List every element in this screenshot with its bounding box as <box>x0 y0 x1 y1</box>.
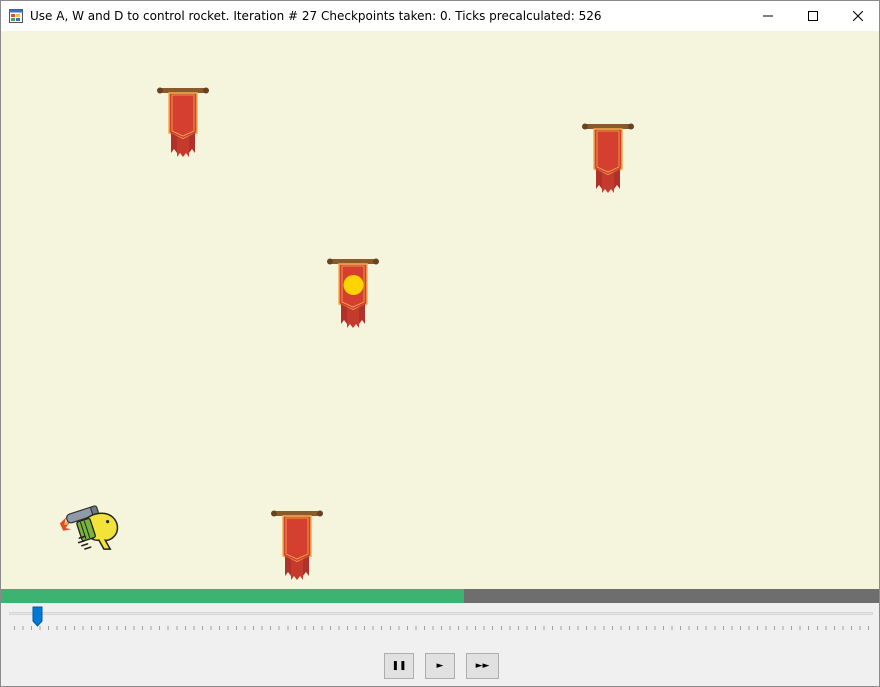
slider-thumb[interactable] <box>32 606 43 627</box>
checkpoint-banner-icon <box>582 123 634 193</box>
target-marker-icon <box>343 275 364 295</box>
title-bar[interactable]: Use A, W and D to control rocket. Iterat… <box>1 1 879 31</box>
maximize-button[interactable] <box>790 1 836 31</box>
maximize-icon <box>808 11 818 21</box>
progress-fill <box>1 589 464 603</box>
app-icon <box>9 9 23 23</box>
close-button[interactable] <box>835 1 879 31</box>
pause-button[interactable]: ❚❚ <box>384 653 414 679</box>
timeline-slider[interactable] <box>1 604 879 636</box>
slider-track[interactable] <box>9 612 873 615</box>
fast-forward-icon: ►► <box>475 661 490 671</box>
pause-icon: ❚❚ <box>391 661 407 671</box>
checkpoint-banner-icon <box>271 510 323 580</box>
rocket-player-icon <box>59 505 119 550</box>
checkpoint-banner-icon <box>157 87 209 157</box>
app-window: Use A, W and D to control rocket. Iterat… <box>0 0 880 687</box>
minimize-button[interactable] <box>745 1 791 31</box>
simulation-progress-bar <box>1 589 879 603</box>
window-title: Use A, W and D to control rocket. Iterat… <box>30 9 602 23</box>
fast-forward-button[interactable]: ►► <box>466 653 499 679</box>
game-canvas[interactable] <box>1 31 879 589</box>
slider-ticks <box>14 626 869 630</box>
play-button[interactable]: ► <box>425 653 455 679</box>
minimize-icon <box>763 15 773 17</box>
active-checkpoint-banner-icon <box>327 258 379 328</box>
play-icon: ► <box>436 661 444 671</box>
close-icon <box>853 11 863 21</box>
